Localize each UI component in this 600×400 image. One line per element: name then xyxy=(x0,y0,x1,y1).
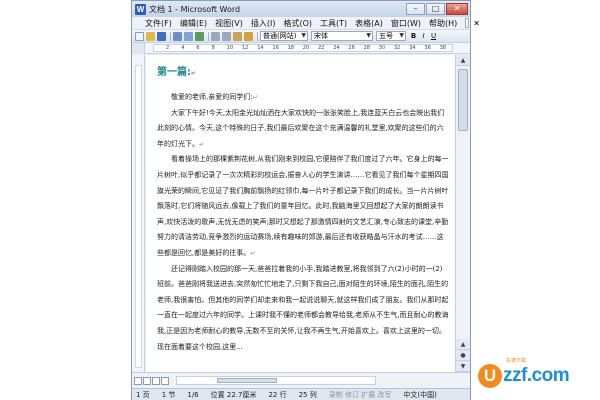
window-title: 文档 1 - Microsoft Word xyxy=(149,4,241,14)
ruler-number: 14 xyxy=(257,45,264,51)
menu-window[interactable]: 窗口(W) xyxy=(391,18,421,29)
close-button[interactable]: ✕ xyxy=(446,3,468,15)
paragraph: 敬爱的老师,亲爱的同学们:↵ xyxy=(171,93,258,101)
paste-icon[interactable] xyxy=(233,31,242,41)
watermark-text: zzf.com xyxy=(503,365,570,386)
ruler-number: 36 xyxy=(424,45,431,51)
spelling-icon[interactable] xyxy=(195,31,204,41)
new-document-icon[interactable] xyxy=(135,31,144,41)
ruler-number: 4 xyxy=(181,45,185,51)
ruler-number: 10 xyxy=(226,45,234,51)
font-dropdown[interactable]: 宋体 ▼ xyxy=(311,31,373,41)
underline-button[interactable]: U xyxy=(429,31,438,41)
horizontal-scroll-thumb[interactable] xyxy=(217,378,277,383)
document-close-icon[interactable]: ✕ xyxy=(473,19,480,28)
minimize-button[interactable]: – xyxy=(406,3,425,15)
chevron-down-icon: ▼ xyxy=(366,32,371,39)
status-language: 中文(中国) xyxy=(403,390,437,399)
previous-page-icon[interactable]: ▲ xyxy=(456,339,470,350)
select-browse-object-icon[interactable]: ● xyxy=(456,350,470,361)
status-column: 25 列 xyxy=(298,390,317,399)
italic-button[interactable]: I xyxy=(419,31,428,41)
vertical-ruler[interactable] xyxy=(132,55,145,372)
chevron-down-icon: ▼ xyxy=(399,32,404,39)
horizontal-scroll-track[interactable] xyxy=(176,376,376,385)
status-modes[interactable]: 录制 修订 扩展 改写 xyxy=(329,390,392,400)
menu-view[interactable]: 视图(V) xyxy=(215,18,243,29)
ruler-number: 38 xyxy=(439,45,446,51)
tab-selector[interactable] xyxy=(132,42,145,54)
bold-button[interactable]: B xyxy=(409,31,418,41)
menu-table[interactable]: 表格(A) xyxy=(355,18,383,29)
ruler-number: 6 xyxy=(196,45,200,51)
font-size-value: 五号 xyxy=(379,32,393,40)
font-size-dropdown[interactable]: 五号 ▼ xyxy=(376,31,406,41)
status-section: 1 节 xyxy=(161,390,176,399)
ruler-number: 26 xyxy=(348,45,355,51)
print-view-icon[interactable] xyxy=(152,376,160,385)
document-heading: 第一篇:↵ xyxy=(157,67,197,78)
ruler-number: 18 xyxy=(287,45,294,51)
ruler-number: 2 xyxy=(166,45,170,51)
paragraph: 大家下午好!今天,太阳金光灿灿洒在大家欢快的一张张笑脸上,我连蓝天白云也会映出我… xyxy=(157,108,445,148)
ruler-number: 32 xyxy=(394,45,401,51)
normal-view-icon[interactable] xyxy=(134,376,142,385)
print-icon[interactable] xyxy=(173,31,182,41)
horizontal-scrollbar[interactable] xyxy=(132,372,470,388)
menu-help[interactable]: 帮助(H) xyxy=(429,18,457,29)
format-painter-icon[interactable] xyxy=(244,31,253,41)
save-icon[interactable] xyxy=(157,31,166,41)
ruler-number: 30 xyxy=(378,45,386,51)
title-bar: W 文档 1 - Microsoft Word – □ ✕ xyxy=(132,1,470,17)
word-window: W 文档 1 - Microsoft Word – □ ✕ 文件(F) 编辑(E… xyxy=(131,0,480,400)
ruler-number: 16 xyxy=(272,45,279,51)
ruler-number: 24 xyxy=(333,45,340,51)
status-page: 1 页 xyxy=(136,390,150,399)
copy-icon[interactable] xyxy=(222,31,231,41)
style-dropdown[interactable]: 普通(网站) ▼ xyxy=(260,31,308,41)
scroll-thumb[interactable] xyxy=(458,69,468,131)
ruler-scale: 2 4 6 8 10 12 14 16 18 20 22 24 26 28 30 32 34 36 38 xyxy=(153,44,453,52)
status-position: 位置 22.7厘米 xyxy=(210,390,257,399)
status-line: 22 行 xyxy=(268,390,287,399)
watermark-u-icon: U xyxy=(478,364,502,388)
chevron-down-icon: ▼ xyxy=(301,32,306,39)
status-bar: 1 页 1 节 1/6 位置 22.7厘米 22 行 25 列 录制 修订 扩展… xyxy=(132,388,470,400)
web-view-icon[interactable] xyxy=(143,376,151,385)
ruler-number: 22 xyxy=(318,45,325,51)
menu-format[interactable]: 格式(O) xyxy=(283,18,312,29)
vertical-scrollbar[interactable]: ▲ ▲ ● ▼ xyxy=(455,55,470,372)
next-page-icon[interactable]: ▼ xyxy=(456,361,470,372)
scroll-up-icon[interactable]: ▲ xyxy=(456,55,470,66)
menu-tools[interactable]: 工具(T) xyxy=(320,18,347,29)
document-body: 第一篇:↵ 敬爱的老师,亲爱的同学们:↵ 大家下午好!今天,太阳金光灿灿洒在大家… xyxy=(157,63,449,355)
maximize-button[interactable]: □ xyxy=(426,3,445,15)
ruler-number: 20 xyxy=(302,45,310,51)
menu-edit[interactable]: 编辑(E) xyxy=(180,18,207,29)
menu-insert[interactable]: 插入(I) xyxy=(251,18,276,29)
status-page-of: 1/6 xyxy=(187,390,199,399)
print-preview-icon[interactable] xyxy=(184,31,193,41)
cut-icon[interactable] xyxy=(211,31,220,41)
uzzf-watermark-logo: U zzf.com 东坡下载 xyxy=(478,358,570,389)
ruler-number: 28 xyxy=(363,45,370,51)
horizontal-ruler[interactable]: 2 4 6 8 10 12 14 16 18 20 22 24 26 28 30 32 34 36 38 xyxy=(132,42,470,54)
ruler-number: 12 xyxy=(242,45,249,51)
font-value: 宋体 xyxy=(314,32,328,40)
toolbar: 普通(网站) ▼ 宋体 ▼ 五号 ▼ B I U xyxy=(132,30,470,43)
menu-bar: 文件(F) 编辑(E) 视图(V) 插入(I) 格式(O) 工具(T) 表格(A… xyxy=(132,17,480,30)
open-folder-icon[interactable] xyxy=(146,31,155,41)
ruler-number: 34 xyxy=(409,45,416,51)
help-search-input[interactable]: 键入需要帮助的问题 xyxy=(465,18,470,28)
window-controls: – □ ✕ xyxy=(405,3,468,15)
word-app-icon[interactable]: W xyxy=(135,3,146,15)
paragraph: 还记得刚踏入校园的那一天,爸爸拉着我的小手,我踏进教室,将我领到了六(2)小时的… xyxy=(157,264,449,351)
menu-file[interactable]: 文件(F) xyxy=(145,18,172,29)
style-value: 普通(网站) xyxy=(263,32,297,40)
outline-view-icon[interactable] xyxy=(161,376,169,385)
watermark-tag: 东坡下载 xyxy=(506,358,527,364)
document-canvas[interactable]: 第一篇:↵ 敬爱的老师,亲爱的同学们:↵ 大家下午好!今天,太阳金光灿灿洒在大家… xyxy=(146,55,455,372)
ruler-number: 8 xyxy=(211,45,215,51)
paragraph: 看着操场上的那棵紫荆花树,从我们刚来到校园,它便陪伴了我们度过了六年。它身上的每… xyxy=(157,155,449,257)
